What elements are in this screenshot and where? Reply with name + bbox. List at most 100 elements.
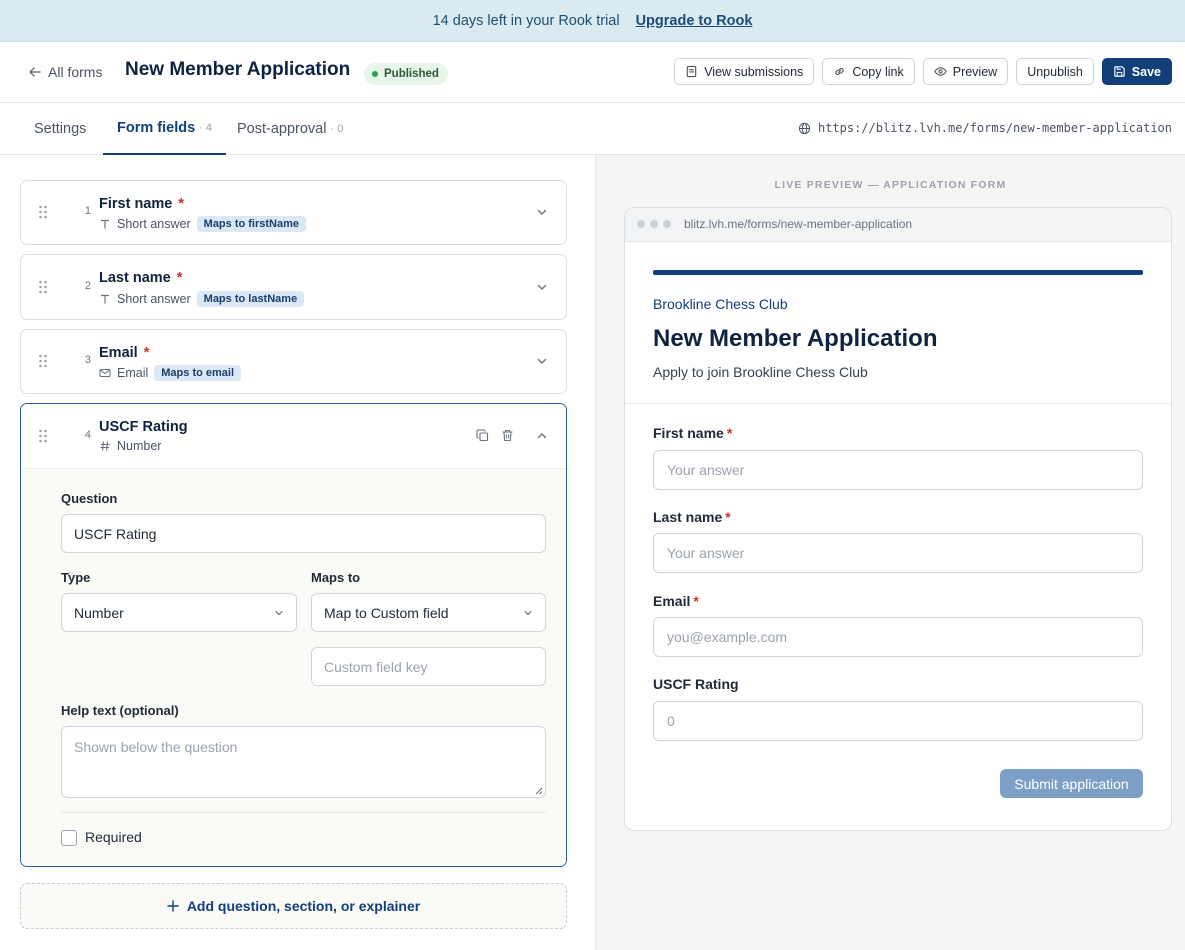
field-label: First name * [99, 196, 184, 212]
field-card-email[interactable]: 3 Email * Email Maps to email [20, 329, 567, 394]
save-icon [1114, 66, 1125, 77]
trash-icon[interactable] [501, 429, 514, 442]
tabs-bar: Settings Form fields · 4 Post-approval ·… [0, 103, 1185, 155]
drag-handle-icon[interactable] [38, 429, 48, 443]
field-meta: Number [99, 439, 161, 453]
field-type: Short answer [117, 217, 191, 231]
preview-form-title: New Member Application [653, 325, 938, 352]
field-label-text: Email [99, 345, 138, 361]
status-label: Published [384, 68, 439, 80]
field-card-header[interactable]: 4 USCF Rating Number [21, 404, 566, 468]
help-text-placeholder: Shown below the question [74, 739, 238, 755]
help-text-input[interactable]: Shown below the question [61, 726, 546, 798]
field-number: 3 [84, 354, 91, 366]
copy-link-button[interactable]: Copy link [822, 58, 915, 85]
text-type-icon [101, 219, 109, 229]
required-mark: * [178, 196, 184, 212]
field-label: USCF Rating [99, 419, 188, 435]
type-label: Type [61, 570, 91, 585]
question-input[interactable]: USCF Rating [61, 514, 546, 553]
back-label: All forms [48, 64, 103, 80]
maps-badge: Maps to email [154, 365, 242, 381]
submit-application-button[interactable]: Submit application [1000, 769, 1143, 798]
field-card-first-name[interactable]: 1 First name * Short answer Maps to first… [20, 180, 567, 245]
unpublish-label: Unpublish [1027, 64, 1083, 79]
custom-field-key-input[interactable]: Custom field key [311, 647, 546, 686]
chevron-down-icon[interactable] [536, 281, 548, 293]
copy-link-label: Copy link [852, 64, 904, 79]
preview-email-input[interactable]: you@example.com [653, 617, 1143, 657]
field-number: 2 [84, 280, 91, 292]
type-select[interactable]: Number [61, 593, 297, 632]
unpublish-button[interactable]: Unpublish [1016, 58, 1094, 85]
preview-field-label-text: First name [653, 425, 724, 441]
preview-caption: LIVE PREVIEW — APPLICATION FORM [774, 179, 1007, 191]
preview-field-label-text: USCF Rating [653, 676, 739, 692]
field-number: 1 [84, 205, 91, 217]
add-question-button[interactable]: Add question, section, or explainer [20, 883, 567, 929]
required-checkbox[interactable] [61, 830, 77, 846]
preview-field-label: Last name * [653, 509, 731, 525]
drag-handle-icon[interactable] [38, 280, 48, 294]
required-label: Required [85, 829, 142, 845]
preview-field-label: USCF Rating [653, 676, 739, 692]
preview-field-label: Email * [653, 593, 699, 609]
type-select-value: Number [74, 604, 124, 621]
inbox-icon [686, 65, 697, 78]
drag-handle-icon[interactable] [38, 354, 48, 368]
tab-form-fields[interactable]: Form fields · 4 [103, 103, 226, 155]
public-url[interactable]: https://blitz.lvh.me/forms/new-member-ap… [798, 121, 1172, 135]
tab-settings-label: Settings [34, 121, 87, 137]
field-card-last-name[interactable]: 2 Last name * Short answer Maps to lastNa… [20, 254, 567, 320]
resize-handle-icon[interactable] [535, 787, 543, 795]
text-type-icon [101, 294, 109, 304]
maps-to-select[interactable]: Map to Custom field [311, 593, 546, 632]
field-type: Short answer [117, 292, 191, 306]
preview-uscf-rating-input[interactable]: 0 [653, 701, 1143, 741]
tab-post-approval[interactable]: Post-approval · 0 [237, 103, 343, 155]
chevron-down-icon[interactable] [536, 355, 548, 367]
add-question-label: Add question, section, or explainer [186, 898, 421, 914]
required-mark: * [693, 593, 699, 609]
preview-form-description: Apply to join Brookline Chess Club [653, 364, 868, 380]
form-header: All forms New Member Application Publish… [0, 42, 1185, 103]
tab-post-approval-label: Post-approval [237, 121, 327, 137]
trial-text: 14 days left in your Rook trial [432, 12, 620, 29]
preview-button[interactable]: Preview [922, 58, 1009, 85]
required-mark: * [143, 345, 150, 361]
preview-field-label-text: Email [653, 593, 691, 609]
field-card-uscf-rating[interactable]: 4 USCF Rating Number Question USCF Ratin… [20, 403, 567, 867]
live-preview-pane: LIVE PREVIEW — APPLICATION FORM blitz.lv… [596, 155, 1185, 950]
preview-label: Preview [952, 64, 998, 79]
field-editor: Question USCF Rating Type Number Maps to… [21, 468, 566, 866]
chevron-down-icon[interactable] [536, 206, 548, 218]
back-to-forms-link[interactable]: All forms [28, 64, 102, 80]
eye-icon [934, 67, 947, 76]
preview-last-name-input[interactable]: Your answer [653, 533, 1143, 573]
page-title: New Member Application [125, 59, 351, 80]
field-actions [476, 429, 514, 442]
help-text-label: Help text (optional) [61, 703, 179, 718]
maps-badge: Maps to lastName [196, 291, 305, 307]
preview-browser-frame: blitz.lvh.me/forms/new-member-applicatio… [624, 207, 1172, 831]
upgrade-link[interactable]: Upgrade to Rook [636, 13, 753, 29]
chevron-up-icon[interactable] [536, 430, 548, 442]
drag-handle-icon[interactable] [38, 205, 48, 219]
status-badge: Published [364, 63, 448, 85]
field-type: Number [117, 439, 162, 453]
field-meta: Email Maps to email [99, 365, 242, 381]
link-icon [835, 67, 844, 76]
save-button[interactable]: Save [1101, 58, 1172, 85]
required-mark: * [725, 509, 731, 525]
preview-first-name-input[interactable]: Your answer [653, 450, 1143, 490]
field-label-text: First name [99, 196, 173, 212]
view-submissions-button[interactable]: View submissions [674, 58, 815, 85]
duplicate-icon[interactable] [476, 429, 489, 442]
browser-url: blitz.lvh.me/forms/new-member-applicatio… [684, 217, 913, 231]
divider [61, 812, 546, 813]
field-label-text: Last name [99, 270, 171, 286]
required-mark: * [726, 425, 733, 441]
mail-icon [99, 368, 111, 378]
tab-settings[interactable]: Settings [34, 103, 86, 155]
chevron-down-icon [275, 610, 283, 616]
